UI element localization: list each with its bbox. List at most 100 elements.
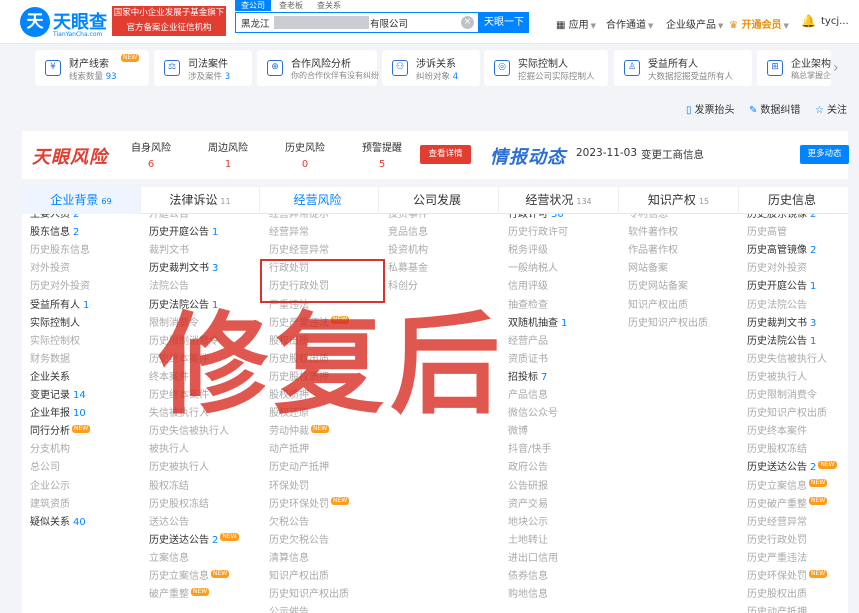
dimension-item[interactable]: 历史终本案件 [149,350,209,365]
dimension-item[interactable]: 历史失信被执行人 [149,422,229,437]
dimension-item[interactable]: 疑似关系 40 [30,513,86,528]
bell-icon[interactable]: 🔔 [801,14,816,28]
dimension-item[interactable]: 政府公告 [508,458,548,473]
dimension-item[interactable]: 建筑资质 [30,495,70,510]
risk-warning[interactable]: 预警提醒 5 [352,139,412,170]
dimension-item[interactable]: 投资机构 [388,241,428,256]
search-tab-relation[interactable]: 查关系 [311,0,347,11]
dimension-item[interactable]: 历史严重违法 NEW [269,314,350,329]
card-cooperation-risk[interactable]: ⊕ 合作风险分析 你的合作伙伴有没有纠纷 [257,50,379,86]
card-actual-controller[interactable]: ◎ 实际控制人 挖掘公司实际控制人 [484,50,608,86]
dimension-item[interactable]: 行政许可 30 [508,214,564,220]
dimension-item[interactable]: 公示催告 [269,603,309,613]
card-beneficial-owner[interactable]: ♙ 受益所有人 大数据挖掘受益所有人 [614,50,752,86]
dimension-item[interactable]: 财务数据 [30,350,70,365]
risk-details-button[interactable]: 查看详情 [420,145,471,164]
dimension-item[interactable]: 企业公示 [30,477,70,492]
dimension-item[interactable]: 对外投资 [30,259,70,274]
dimension-item[interactable]: 科创分 [388,277,418,292]
dimension-item[interactable]: 历史法院公告 1 [149,296,218,311]
tab-operating-status[interactable]: 经营状况 134 [499,187,619,214]
nav-cooperation[interactable]: 合作通道 ▼ [606,16,653,31]
dimension-item[interactable]: 股权出质 [269,332,309,347]
dimension-item[interactable]: 公告研报 [508,477,548,492]
dimension-item[interactable]: 限制消费令 [149,314,199,329]
user-menu[interactable]: tycj... [821,16,849,27]
dimension-item[interactable]: 环保处罚 [269,477,309,492]
dimension-item[interactable]: 历史股权出质 [269,350,329,365]
dimension-item[interactable]: 历史对外投资 [30,277,90,292]
tab-history-info[interactable]: 历史信息 [739,187,848,214]
card-litigation-relations[interactable]: ⚇ 涉诉关系 纠纷对象 4 [382,50,480,86]
dimension-item[interactable]: 实际控制人 [30,314,80,329]
dimension-item[interactable]: 历史限制消费令 [149,332,219,347]
dimension-item[interactable]: 历史行政许可 [508,223,568,238]
dimension-item[interactable]: 股权质押 [269,386,309,401]
dimension-item[interactable]: 土地转让 [508,531,548,546]
dimension-item[interactable]: 同行分析 NEW [30,422,91,437]
dimension-item[interactable]: 清算信息 [269,549,309,564]
dimension-item[interactable]: 知识产权出质 [628,296,688,311]
chevron-right-icon[interactable]: › [833,58,847,78]
dimension-item[interactable]: 经营产品 [508,332,548,347]
dimension-item[interactable]: 历史终本案件 [149,386,209,401]
invoice-title-link[interactable]: ▯ 发票抬头 [686,101,735,116]
search-tab-boss[interactable]: 查老板 [273,0,309,11]
dimension-item[interactable]: 分支机构 [30,440,70,455]
dimension-item[interactable]: 历史股权冻结 [149,495,209,510]
dimension-item[interactable]: 招投标 7 [508,368,547,383]
dimension-item[interactable]: 一般纳税人 [508,259,558,274]
dimension-item[interactable]: 历史限制消费令 [747,386,817,401]
tab-litigation[interactable]: 法律诉讼 11 [141,187,260,214]
dimension-item[interactable]: 债券信息 [508,567,548,582]
dimension-item[interactable]: 投资事件 [388,214,428,220]
dimension-item[interactable]: 历史严重违法 [747,549,807,564]
dimension-item[interactable]: 历史股权冻结 [747,440,807,455]
dimension-item[interactable]: 竞品信息 [388,223,428,238]
dimension-item[interactable]: 资产交易 [508,495,548,510]
card-enterprise-structure[interactable]: ⊞ 企业架构 稿总掌握企业 [757,50,831,86]
dimension-item[interactable]: 股东信息 2 [30,223,79,238]
dimension-item[interactable]: 历史经营异常 [747,513,807,528]
clear-icon[interactable]: × [461,16,474,29]
dimension-item[interactable]: 受益所有人 1 [30,296,89,311]
dimension-item[interactable]: 历史送达公告 2 NEW [747,458,837,473]
tab-operating-risk[interactable]: 经营风险 [260,187,379,214]
tab-company-background[interactable]: 企业背景 69 [22,187,141,214]
dimension-item[interactable]: 变更记录 14 [30,386,86,401]
dimension-item[interactable]: 历史立案信息 NEW [149,567,230,582]
tab-intellectual-property[interactable]: 知识产权 15 [619,187,739,214]
dimension-item[interactable]: 历史经营异常 [269,241,329,256]
dimension-item[interactable]: 终本案件 [149,368,189,383]
dimension-item[interactable]: 历史股东信息 [30,241,90,256]
dimension-item[interactable]: 作品著作权 [628,241,678,256]
dimension-item[interactable]: 历史开庭公告 1 [747,277,816,292]
dimension-item[interactable]: 动产抵押 [269,440,309,455]
dimension-item[interactable]: 产品信息 [508,386,548,401]
dimension-item[interactable]: 信用评级 [508,277,548,292]
dimension-item[interactable]: 经营异常 [269,223,309,238]
search-button[interactable]: 天眼一下 [479,12,529,33]
dimension-item[interactable]: 历史对外投资 [747,259,807,274]
dimension-item[interactable]: 历史送达公告 2 NEW [149,531,239,546]
dimension-item[interactable]: 历史网站备案 [628,277,688,292]
dimension-item[interactable]: 被执行人 [149,440,189,455]
dimension-item[interactable]: 失信被执行人 [149,404,209,419]
search-tab-company[interactable]: 查公司 [235,0,271,11]
dimension-item[interactable]: 实际控制权 [30,332,80,347]
risk-surrounding[interactable]: 周边风险 1 [198,139,258,170]
tab-company-development[interactable]: 公司发展 [379,187,499,214]
dimension-item[interactable]: 知识产权出质 [269,567,329,582]
dimension-item[interactable]: 历史高管 [747,223,787,238]
dimension-item[interactable]: 历史失信被执行人 [747,350,827,365]
dimension-item[interactable]: 历史知识产权出质 [269,585,349,600]
dimension-item[interactable]: 地块公示 [508,513,548,528]
dimension-item[interactable]: 进出口信用 [508,549,558,564]
dimension-item[interactable]: 微博 [508,422,528,437]
risk-self[interactable]: 自身风险 6 [121,139,181,170]
dimension-item[interactable]: 税务评级 [508,241,548,256]
card-judicial-cases[interactable]: ⚖ 司法案件 涉及案件 3 [154,50,252,86]
dimension-item[interactable]: 劳动仲裁 NEW [269,422,330,437]
dimension-item[interactable]: 历史环保处罚 NEW [269,495,350,510]
dimension-item[interactable]: 裁判文书 [149,241,189,256]
